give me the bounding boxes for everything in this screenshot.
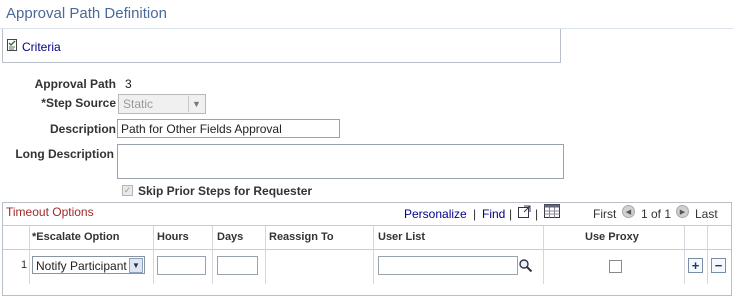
col-user-list: User List — [378, 231, 426, 243]
nav-separator-2: | — [509, 207, 513, 221]
col-days: Days — [217, 231, 244, 243]
next-row-icon[interactable]: ▶ — [676, 205, 689, 218]
escalate-option-value: Notify Participant — [36, 259, 127, 273]
chevron-down-icon: ▼ — [188, 96, 204, 112]
criteria-box — [2, 29, 561, 63]
col-divider — [373, 226, 374, 284]
description-input[interactable]: Path for Other Fields Approval — [117, 119, 340, 138]
grid-title: Timeout Options — [6, 205, 94, 219]
page-title: Approval Path Definition — [6, 5, 167, 22]
step-source-select: Static ▼ — [118, 94, 206, 114]
col-divider — [707, 226, 708, 284]
step-source-value: Static — [123, 97, 154, 111]
days-input[interactable] — [217, 256, 258, 275]
nav-separator-3: | — [535, 207, 539, 221]
delete-row-button[interactable]: − — [711, 258, 726, 273]
escalate-option-select[interactable]: Notify Participant ▼ — [32, 256, 145, 274]
col-divider — [265, 226, 266, 284]
long-description-textarea[interactable] — [117, 144, 564, 179]
step-source-label: *Step Source — [41, 96, 116, 110]
download-grid-icon[interactable] — [544, 204, 560, 223]
find-link[interactable]: Find — [482, 207, 505, 221]
last-label: Last — [695, 207, 718, 221]
col-divider — [153, 226, 154, 284]
col-divider — [684, 226, 685, 284]
criteria-label: Criteria — [22, 39, 61, 54]
search-icon[interactable] — [518, 258, 533, 278]
personalize-link[interactable]: Personalize — [404, 207, 467, 221]
long-description-label: Long Description — [15, 147, 114, 161]
approval-path-label: Approval Path — [34, 77, 116, 91]
view-all-icon[interactable] — [517, 204, 532, 224]
use-proxy-checkbox[interactable] — [609, 260, 622, 273]
col-hours: Hours — [157, 231, 189, 243]
add-row-button[interactable]: + — [688, 258, 703, 273]
criteria-link[interactable]: Criteria — [6, 38, 61, 55]
skip-prior-steps-checkbox[interactable]: ✓ — [122, 185, 133, 196]
skip-prior-steps-label: Skip Prior Steps for Requester — [138, 184, 313, 198]
col-divider — [29, 226, 30, 284]
chevron-down-icon: ▼ — [129, 258, 143, 273]
col-escalate-option: *Escalate Option — [32, 231, 120, 243]
criteria-doc-icon — [6, 38, 19, 55]
hours-input[interactable] — [157, 256, 206, 275]
col-divider — [212, 226, 213, 284]
approval-path-value: 3 — [125, 77, 132, 91]
description-label: Description — [49, 122, 116, 136]
col-divider — [543, 226, 544, 284]
previous-row-icon[interactable]: ◀ — [622, 205, 635, 218]
col-reassign-to: Reassign To — [269, 231, 334, 243]
user-list-input[interactable] — [378, 256, 518, 275]
first-label: First — [593, 207, 617, 221]
row-range: 1 of 1 — [641, 207, 672, 221]
nav-separator: | — [473, 207, 477, 221]
col-use-proxy: Use Proxy — [585, 231, 639, 243]
row-number: 1 — [21, 259, 28, 271]
